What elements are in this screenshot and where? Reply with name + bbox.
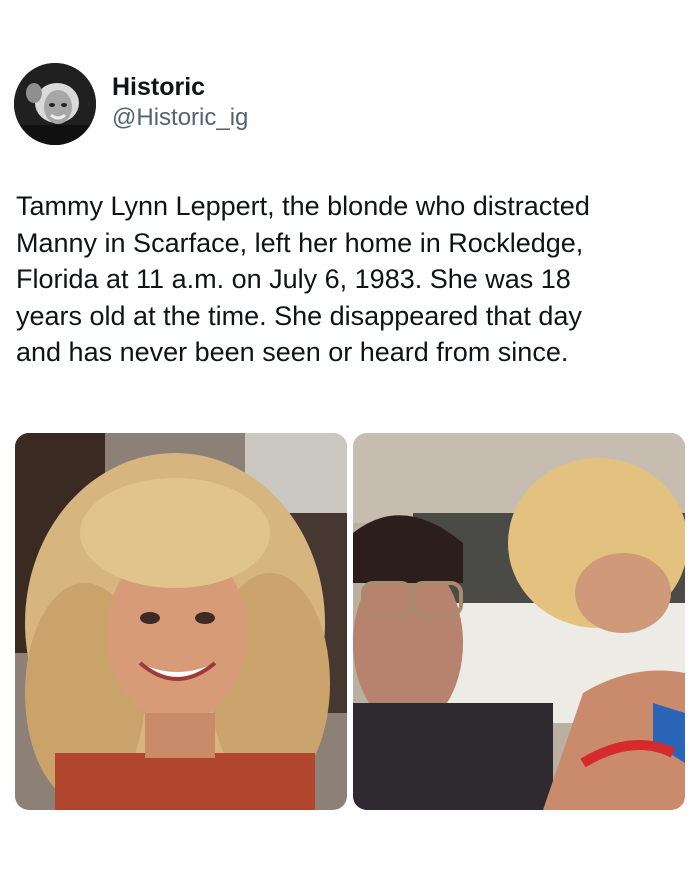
avatar[interactable]	[14, 63, 96, 145]
tweet-text: Tammy Lynn Leppert, the blonde who distr…	[16, 191, 590, 367]
profile-photo-icon	[14, 63, 96, 145]
portrait-photo-icon	[15, 433, 347, 810]
media-photo-left[interactable]	[15, 433, 347, 810]
display-name[interactable]: Historic	[112, 71, 248, 103]
movie-still-photo-icon	[353, 433, 685, 810]
user-handle[interactable]: @Historic_ig	[112, 103, 248, 133]
media-photo-right[interactable]	[353, 433, 685, 810]
tweet-header: Historic @Historic_ig	[14, 63, 248, 145]
